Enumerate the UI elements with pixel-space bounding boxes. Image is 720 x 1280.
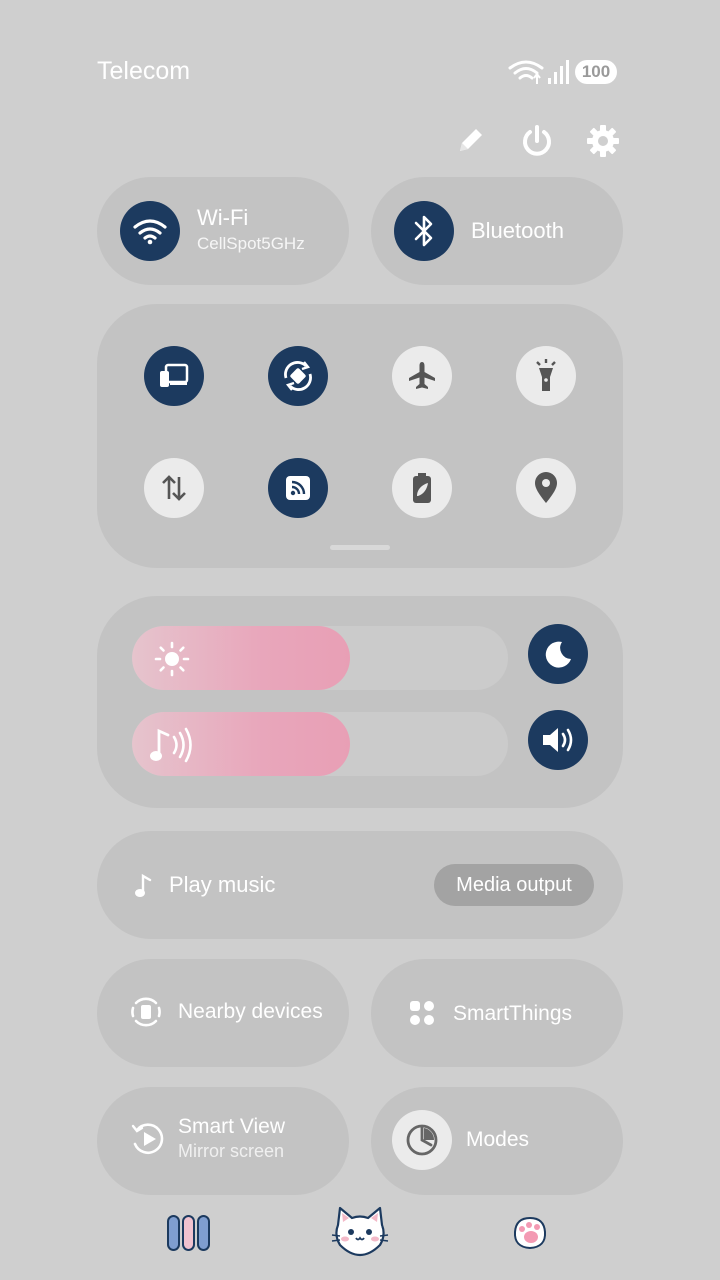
media-output-button[interactable]: Media output	[434, 864, 594, 906]
wifi-icon	[133, 219, 167, 245]
page-indicator	[330, 545, 390, 550]
smartthings-tile[interactable]: SmartThings	[371, 959, 623, 1067]
mobile-data-icon	[162, 475, 186, 501]
music-volume-icon	[148, 725, 198, 765]
volume-slider[interactable]	[132, 712, 508, 776]
nfc-icon	[286, 476, 310, 500]
location-icon	[535, 472, 557, 503]
location-toggle[interactable]	[516, 458, 576, 518]
play-music-label: Play music	[169, 872, 276, 897]
screen-share-toggle[interactable]	[144, 346, 204, 406]
battery-badge: 100	[575, 60, 617, 84]
bluetooth-toggle[interactable]	[394, 201, 454, 261]
battery-level: 100	[581, 62, 611, 81]
nearby-devices-label: Nearby devices	[178, 1000, 323, 1023]
wifi-label: Wi-Fi	[197, 205, 249, 230]
pencil-icon[interactable]	[454, 123, 488, 157]
bluetooth-label: Bluetooth	[471, 218, 564, 243]
signal-icon	[546, 58, 572, 86]
smartthings-label: SmartThings	[453, 1002, 573, 1025]
airplane-icon	[409, 362, 435, 389]
wifi-network-name: CellSpot5GHz	[197, 234, 305, 253]
sound-mode-toggle[interactable]	[528, 710, 588, 770]
moon-icon	[545, 641, 571, 668]
brightness-slider[interactable]	[132, 626, 508, 690]
brightness-icon	[154, 641, 190, 677]
smartthings-icon	[408, 999, 436, 1027]
modes-tile[interactable]: Modes	[371, 1087, 623, 1195]
music-note-icon	[133, 873, 155, 897]
modes-toggle[interactable]	[392, 1110, 452, 1170]
airplane-mode-toggle[interactable]	[392, 346, 452, 406]
power-icon[interactable]	[519, 123, 555, 159]
modes-label: Modes	[466, 1128, 530, 1151]
smart-view-tile[interactable]: Smart View Mirror screen	[97, 1087, 349, 1195]
flashlight-icon	[536, 359, 556, 391]
smart-view-subtitle: Mirror screen	[178, 1141, 285, 1161]
color-bars-icon[interactable]	[165, 1213, 213, 1253]
screen-share-icon	[160, 363, 189, 387]
nearby-devices-tile[interactable]: Nearby devices	[97, 959, 349, 1067]
smart-view-icon	[129, 1120, 167, 1158]
speaker-icon	[543, 728, 573, 752]
power-saving-icon	[413, 473, 431, 503]
nfc-toggle[interactable]	[268, 458, 328, 518]
cat-face-icon[interactable]	[330, 1205, 390, 1257]
wifi-tile[interactable]: Wi-Fi CellSpot5GHz	[97, 177, 349, 285]
carrier-label: Telecom	[97, 57, 191, 85]
sliders-panel	[97, 596, 623, 808]
night-mode-toggle[interactable]	[528, 624, 588, 684]
bluetooth-tile[interactable]: Bluetooth	[371, 177, 623, 285]
media-tile[interactable]: Play music Media output	[97, 831, 623, 939]
quick-toggles-panel	[97, 304, 623, 568]
smart-view-title: Smart View	[178, 1115, 285, 1138]
paw-icon[interactable]	[511, 1214, 549, 1252]
auto-rotate-toggle[interactable]	[268, 346, 328, 406]
wifi-toggle[interactable]	[120, 201, 180, 261]
wifi-status-icon	[508, 58, 544, 86]
modes-icon	[406, 1124, 438, 1156]
nearby-devices-icon	[128, 994, 164, 1030]
power-saving-toggle[interactable]	[392, 458, 452, 518]
bluetooth-icon	[414, 215, 433, 247]
auto-rotate-icon	[284, 361, 312, 391]
gear-icon[interactable]	[585, 123, 621, 159]
flashlight-toggle[interactable]	[516, 346, 576, 406]
mobile-data-toggle[interactable]	[144, 458, 204, 518]
